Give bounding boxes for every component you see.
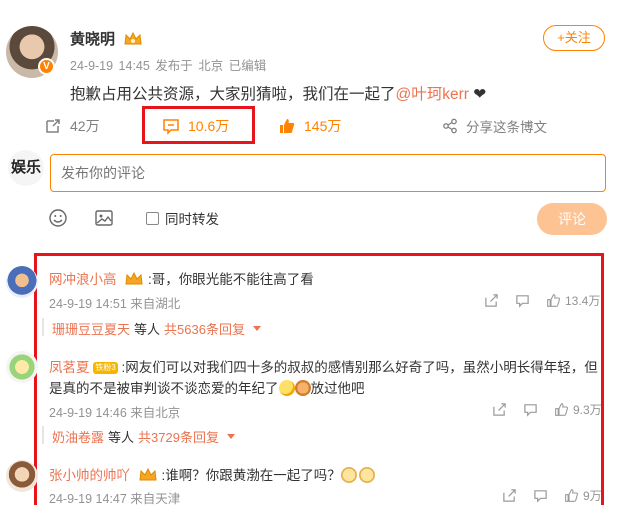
user-avatar: 娱乐 bbox=[8, 150, 44, 186]
laugh-emoji-icon bbox=[278, 380, 295, 396]
comment-line: 网冲浪小高 :哥，你眼光能不能往高了看 bbox=[49, 268, 314, 288]
like-count: 145万 bbox=[304, 118, 342, 134]
reply-share-icon[interactable] bbox=[502, 488, 517, 503]
comment-text: :网友们可以对我们四十多的叔叔的感情别那么好奇了吗，虽然小明长得年轻，但 bbox=[121, 360, 598, 375]
cat-emoji-icon bbox=[358, 467, 375, 483]
verified-icon: V bbox=[38, 58, 55, 75]
comment-line-2: 是真的不是被审判谈不谈恋爱的年纪了 放过他吧 bbox=[49, 377, 365, 397]
emoji-button[interactable] bbox=[48, 208, 68, 231]
comment-tools: 13.4万 bbox=[484, 292, 600, 309]
repost-count: 42万 bbox=[70, 118, 100, 134]
comment-input[interactable] bbox=[50, 154, 606, 192]
reply-comment-icon[interactable] bbox=[515, 293, 530, 308]
comment-line: 张小帅的帅吖 :谁啊？你跟黄渤在一起了吗？ bbox=[49, 464, 375, 484]
chevron-down-icon bbox=[252, 326, 261, 331]
comment-meta: 24-9-19 14:46 来自北京 bbox=[49, 406, 181, 420]
comment-tools: 9.3万 bbox=[492, 401, 602, 418]
reply-mid: 等人 bbox=[134, 322, 161, 337]
comment-text-tail: 放过他吧 bbox=[310, 381, 365, 396]
share-icon bbox=[443, 118, 457, 134]
crown-icon bbox=[125, 271, 143, 285]
replies-expander[interactable]: 珊珊豆豆夏天 等人 共5636条回复 bbox=[52, 319, 261, 338]
post-text-body: 抱歉占用公共资源，大家别猜啦，我们在一起了 bbox=[70, 86, 396, 103]
comment-avatar[interactable] bbox=[6, 460, 38, 492]
reply-share-icon[interactable] bbox=[492, 402, 507, 417]
replies-divider bbox=[42, 318, 44, 336]
commenter-name[interactable]: 网冲浪小高 bbox=[49, 272, 117, 287]
thumbs-up-icon bbox=[555, 403, 569, 416]
reply-count[interactable]: 共3729条回复 bbox=[138, 427, 219, 446]
thumbs-up-icon bbox=[547, 294, 561, 307]
doge-emoji-icon bbox=[294, 380, 311, 396]
reply-user[interactable]: 奶油卷露 bbox=[52, 427, 104, 446]
emoji-icon bbox=[49, 209, 67, 227]
comment-like-count: 9.3万 bbox=[573, 403, 602, 417]
heart-text: ❤ bbox=[468, 86, 487, 103]
follow-button[interactable]: +关注 bbox=[543, 25, 605, 51]
comment-avatar[interactable] bbox=[6, 266, 38, 298]
comment-like-count: 13.4万 bbox=[565, 294, 601, 308]
comment-like-count: 9万 bbox=[583, 489, 602, 503]
comment-text: :谁啊？你跟黄渤在一起了吗？ bbox=[161, 468, 341, 483]
share-label: 分享这条博文 bbox=[466, 120, 547, 135]
image-icon bbox=[95, 210, 113, 226]
reply-user[interactable]: 珊珊豆豆夏天 bbox=[52, 319, 130, 338]
like-button[interactable]: 145万 bbox=[278, 116, 341, 136]
reply-share-icon[interactable] bbox=[484, 293, 499, 308]
repost-button[interactable]: 42万 bbox=[44, 116, 100, 136]
reply-comment-icon[interactable] bbox=[533, 488, 548, 503]
comment-like[interactable]: 9万 bbox=[564, 487, 602, 504]
reply-comment-icon[interactable] bbox=[523, 402, 538, 417]
post-text: 抱歉占用公共资源，大家别猜啦，我们在一起了@叶珂kerr ❤ bbox=[70, 82, 486, 104]
author-name[interactable]: 黄晓明 bbox=[70, 28, 143, 49]
repost-checkbox[interactable]: 同时转发 bbox=[146, 208, 219, 228]
thumbs-up-icon bbox=[565, 489, 579, 502]
comment-meta: 24-9-19 14:51 来自湖北 bbox=[49, 297, 181, 311]
reply-mid: 等人 bbox=[108, 430, 135, 445]
comment-avatar[interactable] bbox=[6, 351, 38, 383]
replies-expander[interactable]: 奶油卷露 等人 共3729条回复 bbox=[52, 427, 235, 446]
cat-emoji-icon bbox=[340, 467, 357, 483]
submit-comment-button[interactable]: 评论 bbox=[537, 203, 607, 235]
comment-text: :哥，你眼光能不能往高了看 bbox=[148, 272, 314, 287]
image-button[interactable] bbox=[94, 208, 114, 231]
comment-like[interactable]: 13.4万 bbox=[546, 292, 600, 309]
comment-like[interactable]: 9.3万 bbox=[554, 401, 602, 418]
comment-tools: 9万 bbox=[502, 487, 602, 504]
comment-meta: 24-9-19 14:47 来自天津 bbox=[49, 492, 181, 505]
share-button[interactable]: 分享这条博文 bbox=[442, 116, 547, 136]
commenter-name[interactable]: 凤茗夏 bbox=[49, 360, 90, 375]
commenter-name[interactable]: 张小帅的帅吖 bbox=[49, 468, 130, 483]
crown-icon bbox=[139, 467, 157, 481]
chevron-down-icon bbox=[226, 434, 235, 439]
author-name-text[interactable]: 黄晓明 bbox=[70, 31, 115, 48]
replies-divider bbox=[42, 426, 44, 444]
highlight-box-comment bbox=[142, 106, 255, 144]
mention-link[interactable]: @叶珂kerr bbox=[396, 86, 469, 103]
repost-icon bbox=[46, 119, 60, 133]
post-meta: 24-9-19 14:45 发布于 北京 已编辑 bbox=[70, 59, 267, 73]
reply-count[interactable]: 共5636条回复 bbox=[164, 319, 245, 338]
comment-line: 凤茗夏 铁粉3 :网友们可以对我们四十多的叔叔的感情别那么好奇了吗，虽然小明长得… bbox=[49, 356, 598, 376]
comment-text-2: 是真的不是被审判谈不谈恋爱的年纪了 bbox=[49, 381, 279, 396]
crown-icon bbox=[124, 31, 142, 45]
checkbox-box[interactable] bbox=[146, 211, 159, 225]
thumbs-up-icon bbox=[280, 119, 295, 133]
fan-badge: 铁粉3 bbox=[93, 362, 118, 374]
repost-checkbox-label: 同时转发 bbox=[165, 212, 219, 227]
